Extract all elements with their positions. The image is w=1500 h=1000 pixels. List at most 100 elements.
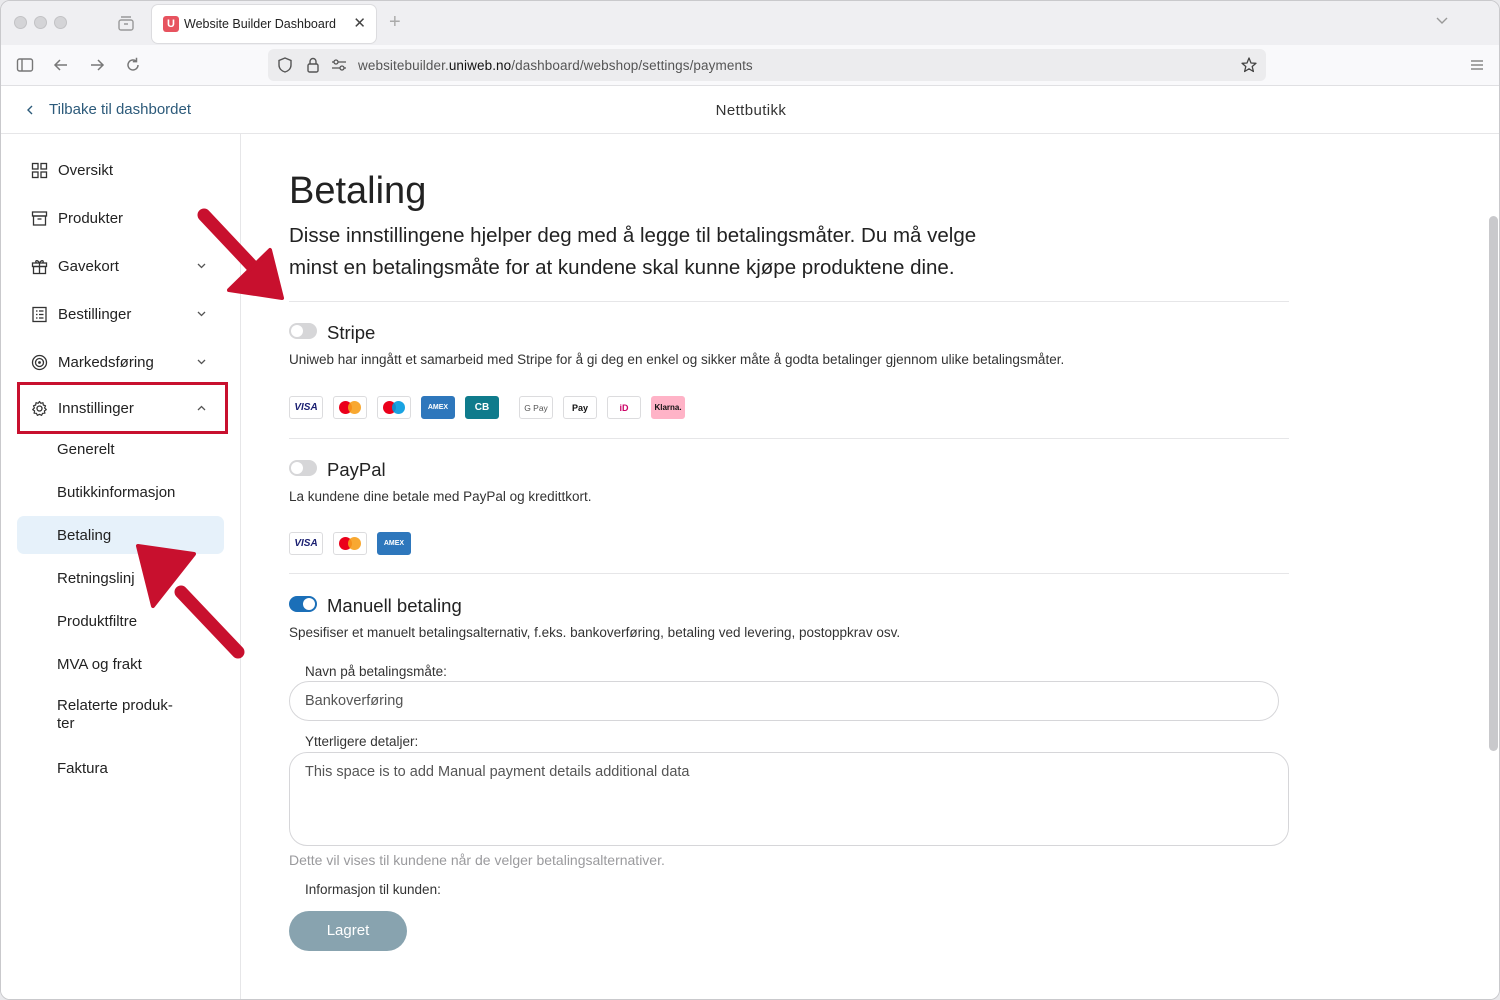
sidebar-subitem-faktura[interactable]: Faktura <box>17 749 224 787</box>
scrollbar[interactable] <box>1489 216 1498 751</box>
details-hint: Dette vil vises til kundene når de velge… <box>289 852 665 868</box>
subitem-label-line2: ter <box>57 715 75 732</box>
klarna-icon: Klarna. <box>651 396 685 419</box>
sidebar-item-markedsforing[interactable]: Markedsføring <box>17 342 225 382</box>
paypal-description: La kundene dine betale med PayPal og kre… <box>289 489 592 504</box>
app-header: Tilbake til dashbordet Nettbutikk <box>1 86 1499 134</box>
paypal-toggle[interactable] <box>289 460 317 476</box>
sidebar-item-oversikt[interactable]: Oversikt <box>17 150 225 190</box>
sidebar: Oversikt Produkter Gavekort Bestillinger… <box>1 134 241 999</box>
sidebar-item-label: Markedsføring <box>58 353 154 371</box>
cartes-bancaires-icon: CB <box>465 396 499 419</box>
page-description-line1: Disse innstillingene hjelper deg med å l… <box>289 224 977 247</box>
subitem-label-line1: Relaterte produk- <box>57 697 173 714</box>
payment-name-input[interactable]: Bankoverføring <box>289 681 1279 721</box>
tab-website-builder[interactable]: U Website Builder Dashboard ✕ <box>152 5 376 43</box>
gear-icon <box>32 400 47 416</box>
box-icon <box>31 210 48 226</box>
close-tab-icon[interactable]: ✕ <box>353 14 366 32</box>
new-tab-icon[interactable]: + <box>389 11 401 34</box>
sidebar-item-gavekort[interactable]: Gavekort <box>17 246 225 286</box>
customer-info-label: Informasjon til kunden: <box>305 882 441 897</box>
page-title: Betaling <box>289 170 427 212</box>
sidebar-item-label: Bestillinger <box>58 305 132 323</box>
sidebar-item-innstillinger[interactable]: Innstillinger <box>17 382 228 434</box>
url-bar[interactable]: websitebuilder.uniweb.no/dashboard/websh… <box>268 49 1266 81</box>
sidebar-subitem-generelt[interactable]: Generelt <box>17 430 224 468</box>
tab-title: Website Builder Dashboard <box>184 17 336 31</box>
manual-payment-toggle[interactable] <box>289 596 317 612</box>
navigation-toolbar: websitebuilder.uniweb.no/dashboard/websh… <box>1 45 1499 86</box>
target-icon <box>31 354 48 370</box>
payment-name-label: Navn på betalingsmåte: <box>305 664 447 679</box>
back-arrow-icon[interactable] <box>51 55 71 75</box>
bookmark-star-icon[interactable] <box>1240 56 1258 74</box>
divider <box>289 438 1289 439</box>
divider <box>289 301 1289 302</box>
hamburger-menu-icon[interactable] <box>1467 55 1487 75</box>
sidebar-toggle-icon[interactable] <box>15 55 35 75</box>
sidebar-item-bestillinger[interactable]: Bestillinger <box>17 294 225 334</box>
save-button[interactable]: Lagret <box>289 911 407 951</box>
sidebar-subitem-retningslinjer[interactable]: Retningslinj <box>17 559 224 597</box>
apple-pay-icon: Pay <box>563 396 597 419</box>
tab-overview-icon[interactable] <box>117 14 135 32</box>
maestro-icon <box>377 396 411 419</box>
mastercard-icon <box>333 396 367 419</box>
sidebar-subitem-butikkinformasjon[interactable]: Butikkinformasjon <box>17 473 224 511</box>
stripe-toggle[interactable] <box>289 323 317 339</box>
url-host: uniweb.no <box>448 58 512 73</box>
visa-icon: VISA <box>289 396 323 419</box>
permissions-icon[interactable] <box>330 57 348 73</box>
stripe-title: Stripe <box>327 322 376 343</box>
url-text[interactable]: websitebuilder.uniweb.no/dashboard/websh… <box>358 58 753 73</box>
page-description-line2: minst en betalingsmåte for at kundene sk… <box>289 256 955 279</box>
minimize-window-button[interactable] <box>34 16 47 29</box>
sidebar-subitem-relaterte-produkter[interactable]: Relaterte produk- ter <box>17 688 224 742</box>
google-pay-icon: G Pay <box>519 396 553 419</box>
stripe-description: Uniweb har inngått et samarbeid med Stri… <box>289 352 1065 367</box>
paypal-payment-methods: VISA AMEX <box>289 532 421 555</box>
divider <box>289 573 1289 574</box>
close-window-button[interactable] <box>14 16 27 29</box>
sidebar-item-label: Gavekort <box>58 257 119 275</box>
visa-icon: VISA <box>289 532 323 555</box>
chevron-down-icon <box>197 359 206 365</box>
chevron-down-icon[interactable] <box>1435 13 1449 27</box>
shield-icon[interactable] <box>276 56 294 74</box>
toggle-knob <box>303 598 315 610</box>
uniweb-favicon-icon: U <box>163 16 179 32</box>
amex-icon: AMEX <box>377 532 411 555</box>
additional-details-textarea[interactable]: This space is to add Manual payment deta… <box>289 752 1289 846</box>
sidebar-subitem-produktfiltre[interactable]: Produktfiltre <box>17 602 224 640</box>
paypal-title: PayPal <box>327 459 386 480</box>
sidebar-item-label: Oversikt <box>58 161 114 179</box>
manual-payment-description: Spesifiser et manuelt betalingsalternati… <box>289 625 901 640</box>
gift-icon <box>31 259 48 274</box>
sidebar-item-label: Innstillinger <box>58 399 134 417</box>
tab-bar: U Website Builder Dashboard ✕ + <box>1 1 1499 45</box>
header-title: Nettbutikk <box>715 102 787 119</box>
chevron-down-icon <box>197 263 206 269</box>
additional-details-label: Ytterligere detaljer: <box>305 734 419 749</box>
forward-arrow-icon[interactable] <box>87 55 107 75</box>
lock-icon[interactable] <box>304 56 322 74</box>
sidebar-subitem-betaling[interactable]: Betaling <box>17 516 224 554</box>
reload-icon[interactable] <box>123 55 143 75</box>
url-prefix: websitebuilder. <box>358 58 449 73</box>
main-content: Betaling Disse innstillingene hjelper de… <box>241 134 1499 999</box>
url-path: /dashboard/webshop/settings/payments <box>511 58 753 73</box>
browser-window: U Website Builder Dashboard ✕ + websiteb… <box>0 0 1500 1000</box>
toggle-knob <box>291 462 303 474</box>
maximize-window-button[interactable] <box>54 16 67 29</box>
page-description: Disse innstillingene hjelper deg med å l… <box>289 220 1109 284</box>
mastercard-icon <box>333 532 367 555</box>
sidebar-item-produkter[interactable]: Produkter <box>17 198 225 238</box>
grid-icon <box>31 162 48 178</box>
ideal-icon: iD <box>607 396 641 419</box>
sidebar-subitem-mva-og-frakt[interactable]: MVA og frakt <box>17 645 224 683</box>
manual-payment-title: Manuell betaling <box>327 595 462 616</box>
sidebar-item-label: Produkter <box>58 209 124 227</box>
toggle-knob <box>291 325 303 337</box>
list-icon <box>32 306 47 322</box>
